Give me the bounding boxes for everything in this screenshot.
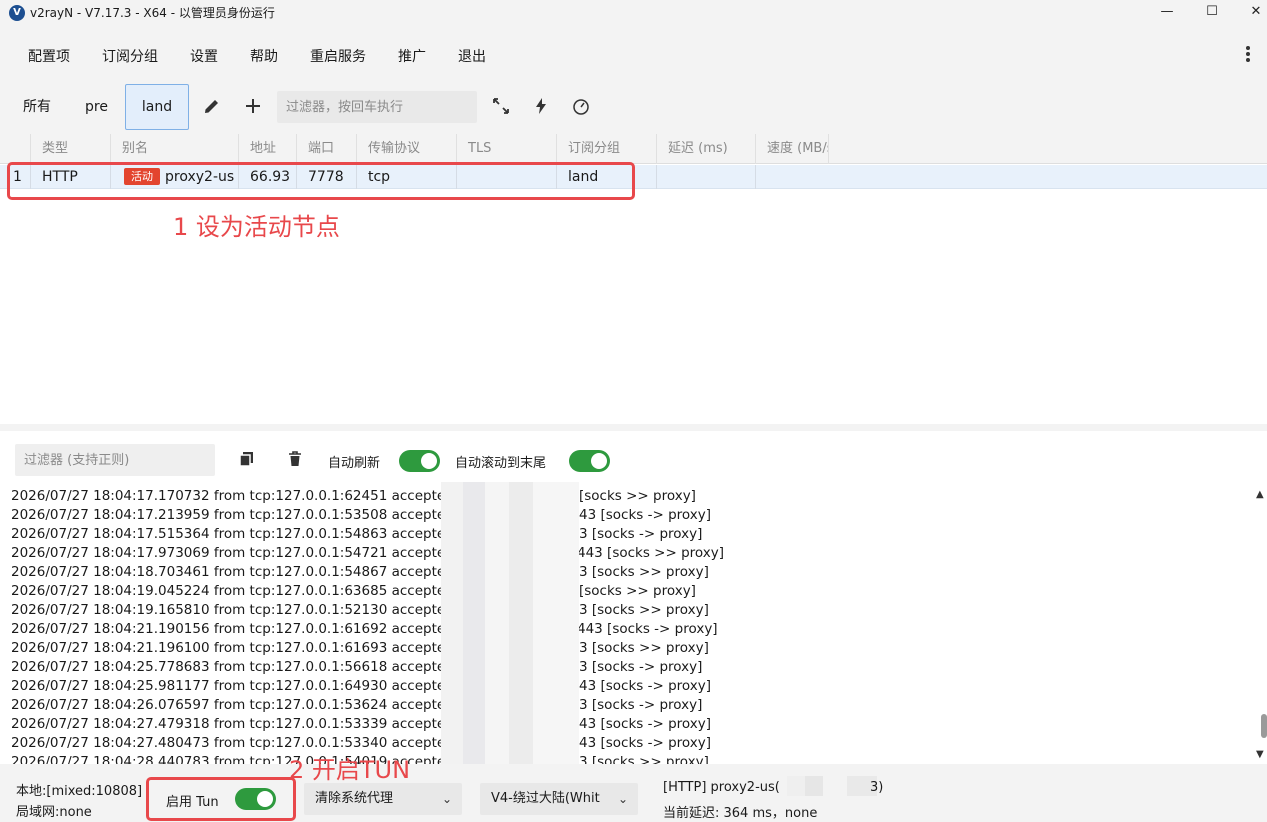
menu-promotion[interactable]: 推广 xyxy=(398,46,426,66)
current-delay: 当前延迟: 364 ms，none xyxy=(663,806,818,821)
redacted-region xyxy=(787,776,877,796)
more-options-icon[interactable] xyxy=(1240,44,1256,64)
system-proxy-select[interactable]: 清除系统代理 ⌄ xyxy=(304,783,462,815)
routing-value: V4-绕过大陆(Whit xyxy=(491,791,600,806)
current-server-suffix: 3) xyxy=(870,780,884,795)
add-icon[interactable] xyxy=(242,96,264,118)
redacted-region xyxy=(441,482,579,772)
chevron-down-icon: ⌄ xyxy=(441,792,452,806)
log-filter-input[interactable] xyxy=(15,444,215,476)
log-line: 2026/07/27 18:04:19.165810 from tcp:127.… xyxy=(11,602,709,618)
column-header-type[interactable]: 类型 xyxy=(30,134,110,164)
system-proxy-value: 清除系统代理 xyxy=(315,791,394,806)
cell-delay xyxy=(656,165,755,189)
auto-refresh-toggle[interactable] xyxy=(399,450,440,472)
column-header-alias[interactable]: 别名 xyxy=(110,134,238,164)
maximize-icon[interactable]: ☐ xyxy=(1200,2,1224,22)
annotation-box-active-node xyxy=(7,162,635,200)
tab-land[interactable]: land xyxy=(125,84,189,130)
routing-select[interactable]: V4-绕过大陆(Whit ⌄ xyxy=(480,783,638,815)
column-header-address[interactable]: 地址 xyxy=(238,134,296,164)
edit-icon[interactable] xyxy=(201,96,223,118)
log-line: 2026/07/27 18:04:25.981177 from tcp:127.… xyxy=(11,678,711,694)
window-title: v2rayN - V7.17.3 - X64 - 以管理员身份运行 xyxy=(30,6,275,20)
tab-pre[interactable]: pre xyxy=(73,84,120,130)
expand-icon[interactable] xyxy=(490,96,512,118)
minimize-icon[interactable]: — xyxy=(1155,2,1179,22)
log-line: 2026/07/27 18:04:17.515364 from tcp:127.… xyxy=(11,526,703,542)
log-line: 2026/07/27 18:04:17.170732 from tcp:127.… xyxy=(11,488,696,504)
server-table: 类型 别名 地址 端口 传输协议 TLS 订阅分组 延迟 (ms) 速度 (MB… xyxy=(0,134,1267,424)
current-server-prefix: [HTTP] proxy2-us( xyxy=(663,780,780,795)
column-header-subscription[interactable]: 订阅分组 xyxy=(556,134,656,164)
menu-help[interactable]: 帮助 xyxy=(250,46,278,66)
annotation-step1: 1 设为活动节点 xyxy=(173,213,340,241)
annotation-box-tun xyxy=(146,777,296,821)
lightning-icon[interactable] xyxy=(530,96,552,118)
log-line: 2026/07/27 18:04:17.973069 from tcp:127.… xyxy=(11,545,725,561)
cell-speed xyxy=(755,165,855,189)
speed-test-icon[interactable] xyxy=(570,96,592,118)
log-line: 2026/07/27 18:04:21.196100 from tcp:127.… xyxy=(11,640,709,656)
menu-exit[interactable]: 退出 xyxy=(458,46,486,66)
log-lines: 2026/07/27 18:04:17.170732 from tcp:127.… xyxy=(11,487,1251,772)
title-bar: V v2rayN - V7.17.3 - X64 - 以管理员身份运行 — ☐ … xyxy=(0,0,1267,26)
menu-subscription[interactable]: 订阅分组 xyxy=(102,46,158,66)
auto-scroll-label: 自动滚动到末尾 xyxy=(455,456,547,471)
auto-scroll-toggle[interactable] xyxy=(569,450,610,472)
log-line: 2026/07/27 18:04:17.213959 from tcp:127.… xyxy=(11,507,711,523)
lan-status: 局域网:none xyxy=(16,805,92,820)
menu-settings[interactable]: 设置 xyxy=(190,46,218,66)
annotation-step2: 2 开启TUN xyxy=(289,756,411,784)
log-panel: 自动刷新 自动滚动到末尾 2026/07/27 18:04:17.170732 … xyxy=(0,424,1267,772)
status-bar: 本地:[mixed:10808] 局域网:none 启用 Tun 清除系统代理 … xyxy=(0,756,1267,822)
menu-bar: 配置项 订阅分组 设置 帮助 重启服务 推广 退出 xyxy=(0,26,1267,84)
log-line: 2026/07/27 18:04:18.703461 from tcp:127.… xyxy=(11,564,709,580)
scroll-down-icon[interactable]: ▼ xyxy=(1256,749,1264,760)
local-port-status: 本地:[mixed:10808] xyxy=(16,784,143,799)
server-filter-input[interactable] xyxy=(277,91,477,123)
log-line: 2026/07/27 18:04:25.778683 from tcp:127.… xyxy=(11,659,703,675)
column-header-tls[interactable]: TLS xyxy=(456,134,556,164)
toolbar: 所有 pre land xyxy=(0,84,1267,132)
log-line: 2026/07/27 18:04:27.480473 from tcp:127.… xyxy=(11,735,711,751)
menu-config[interactable]: 配置项 xyxy=(28,46,70,66)
menu-restart-service[interactable]: 重启服务 xyxy=(310,46,366,66)
auto-refresh-label: 自动刷新 xyxy=(328,456,381,471)
tab-all[interactable]: 所有 xyxy=(11,84,63,130)
log-line: 2026/07/27 18:04:19.045224 from tcp:127.… xyxy=(11,583,696,599)
table-header: 类型 别名 地址 端口 传输协议 TLS 订阅分组 延迟 (ms) 速度 (MB… xyxy=(0,134,1267,164)
column-header-network[interactable]: 传输协议 xyxy=(356,134,456,164)
close-icon[interactable]: ✕ xyxy=(1244,2,1267,22)
scroll-up-icon[interactable]: ▲ xyxy=(1256,489,1264,500)
v2rayn-logo-icon: V xyxy=(9,5,25,21)
column-header-port[interactable]: 端口 xyxy=(296,134,356,164)
column-header-speed[interactable]: 速度 (MB/s) xyxy=(755,134,829,164)
column-header-delay[interactable]: 延迟 (ms) xyxy=(656,134,755,164)
trash-icon[interactable] xyxy=(285,450,305,470)
log-line: 2026/07/27 18:04:21.190156 from tcp:127.… xyxy=(11,621,718,637)
log-line: 2026/07/27 18:04:27.479318 from tcp:127.… xyxy=(11,716,711,732)
log-line: 2026/07/27 18:04:26.076597 from tcp:127.… xyxy=(11,697,703,713)
chevron-down-icon: ⌄ xyxy=(617,792,628,806)
log-scrollbar-thumb[interactable] xyxy=(1261,714,1267,738)
copy-icon[interactable] xyxy=(237,450,257,470)
